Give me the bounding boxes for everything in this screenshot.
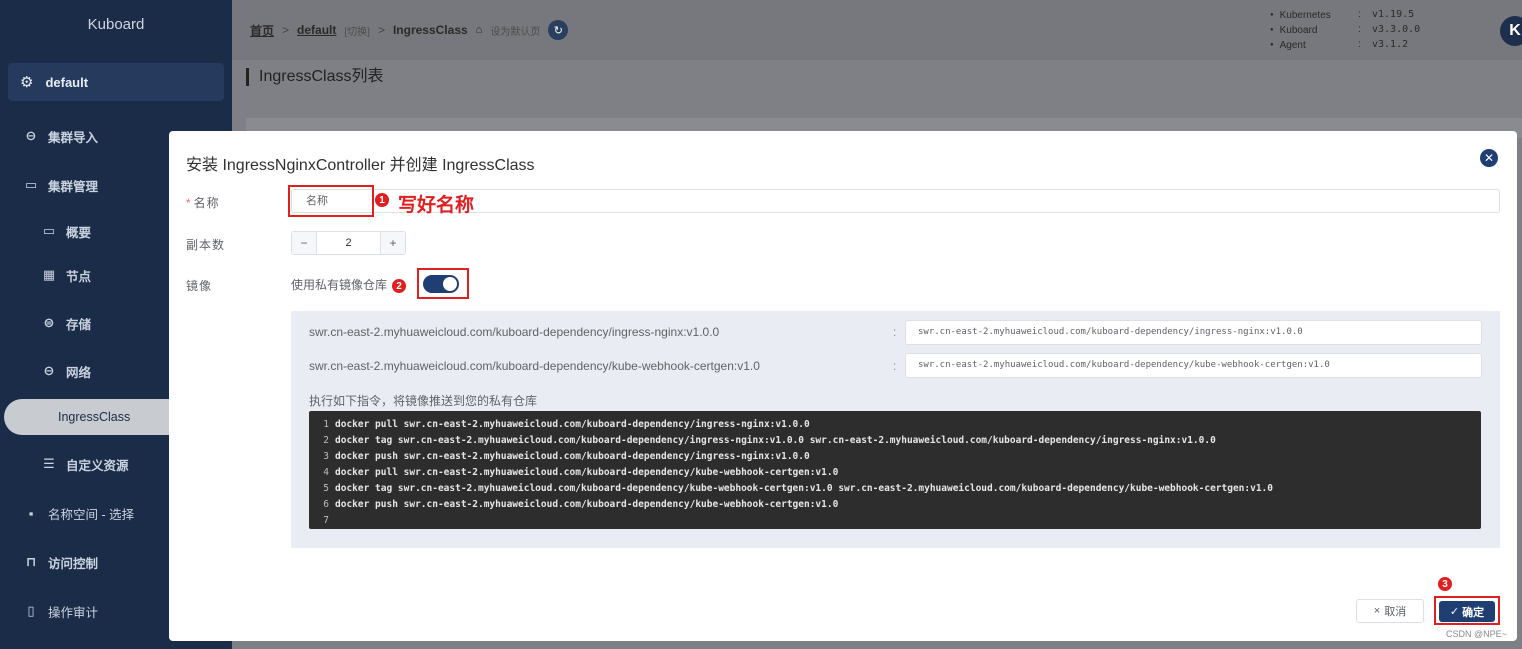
breadcrumb-current: IngressClass bbox=[392, 23, 468, 37]
replicas-value[interactable]: 2 bbox=[317, 232, 380, 254]
name-label: * 名称 bbox=[186, 196, 220, 210]
lock-icon: ⊓ bbox=[25, 554, 37, 569]
cluster-selector[interactable]: ⚙ default bbox=[8, 63, 224, 101]
annotation-badge-3: 3 bbox=[1437, 576, 1453, 592]
switch-link[interactable]: [切换] bbox=[344, 23, 370, 38]
close-icon: × bbox=[1373, 605, 1381, 617]
command-code-block[interactable]: 1 docker pull swr.cn-east-2.myhuaweicloud… bbox=[309, 411, 1481, 529]
target-image-input-1[interactable]: swr.cn-east-2.myhuaweicloud.com/kuboard-… bbox=[905, 320, 1482, 345]
refresh-icon[interactable]: ↻ bbox=[548, 20, 569, 40]
monitor-icon: ▭ bbox=[42, 223, 56, 238]
code-line: 6 docker push swr.cn-east-2.myhuaweicloud… bbox=[323, 499, 839, 510]
install-ingress-dialog: 安装 IngressNginxController 并创建 IngressCla… bbox=[169, 131, 1517, 641]
code-line: 7 bbox=[323, 515, 329, 526]
set-default-link[interactable]: 设为默认页 bbox=[490, 23, 540, 38]
replicas-stepper[interactable]: − 2 + bbox=[291, 231, 406, 255]
doc-icon: ▯ bbox=[27, 603, 35, 618]
link-icon: ⊖ bbox=[43, 363, 55, 378]
source-image-1: swr.cn-east-2.myhuaweicloud.com/kuboard-… bbox=[309, 325, 720, 339]
code-line: 4 docker pull swr.cn-east-2.myhuaweicloud… bbox=[323, 467, 839, 478]
annotation-badge-2: 2 bbox=[391, 278, 407, 294]
version-info: Kubernetes:v1.19.5 Kuboard:v3.3.0.0 Agen… bbox=[1270, 8, 1421, 53]
private-repo-toggle[interactable] bbox=[423, 275, 459, 293]
image-mapping-panel: swr.cn-east-2.myhuaweicloud.com/kuboard-… bbox=[291, 311, 1500, 548]
breadcrumb-home[interactable]: 首页 bbox=[250, 22, 274, 39]
toggle-knob bbox=[443, 277, 457, 291]
replicas-label: 副本数 bbox=[186, 238, 226, 252]
confirm-button[interactable]: ✓ 确定 bbox=[1439, 601, 1495, 622]
code-line: 1 docker pull swr.cn-east-2.myhuaweicloud… bbox=[323, 419, 810, 430]
code-line: 2 docker tag swr.cn-east-2.myhuaweicloud.… bbox=[323, 435, 1216, 446]
header: 首页 > default [切换] > IngressClass ⌂ 设为默认页… bbox=[232, 0, 1522, 60]
page-title: IngressClass列表 bbox=[246, 68, 383, 86]
image-label: 镜像 bbox=[186, 279, 213, 293]
annotation-badge-1: 1 bbox=[374, 192, 390, 208]
private-repo-label: 使用私有镜像仓库 bbox=[291, 278, 388, 292]
link-icon: ⊖ bbox=[25, 128, 37, 143]
sliders-icon: ☰ bbox=[43, 456, 55, 471]
check-icon: ✓ bbox=[1449, 606, 1460, 618]
brand-title: Kuboard bbox=[87, 16, 145, 33]
annotation-text-1: 写好名称 bbox=[398, 194, 475, 216]
cancel-button[interactable]: × 取消 bbox=[1356, 599, 1424, 623]
watermark: CSDN @NPE~ bbox=[1446, 629, 1507, 639]
source-image-2: swr.cn-east-2.myhuaweicloud.com/kuboard-… bbox=[309, 359, 760, 373]
breadcrumb: 首页 > default [切换] > IngressClass ⌂ 设为默认页… bbox=[250, 20, 569, 40]
code-line: 3 docker push swr.cn-east-2.myhuaweicloud… bbox=[323, 451, 810, 462]
gear-icon: ⚙ bbox=[20, 74, 34, 91]
decrement-button[interactable]: − bbox=[292, 232, 317, 254]
cluster-name: default bbox=[45, 74, 89, 90]
chevron-right-icon: > bbox=[282, 23, 290, 37]
annotation-box-name bbox=[288, 185, 374, 217]
code-line: 5 docker tag swr.cn-east-2.myhuaweicloud.… bbox=[323, 483, 1273, 494]
breadcrumb-cluster[interactable]: default bbox=[297, 23, 336, 37]
close-icon[interactable]: ✕ bbox=[1480, 149, 1498, 167]
dialog-title: 安装 IngressNginxController 并创建 IngressCla… bbox=[186, 157, 535, 174]
increment-button[interactable]: + bbox=[380, 232, 405, 254]
folder-icon: ▭ bbox=[24, 177, 38, 192]
database-icon: ⊜ bbox=[43, 315, 55, 330]
home-icon: ⌂ bbox=[475, 24, 483, 36]
target-image-input-2[interactable]: swr.cn-east-2.myhuaweicloud.com/kuboard-… bbox=[905, 353, 1482, 378]
push-instruction: 执行如下指令，将镜像推送到您的私有仓库 bbox=[309, 394, 538, 408]
grid-icon: ▦ bbox=[42, 267, 56, 282]
apps-icon: ▪ bbox=[28, 505, 34, 521]
kuboard-logo: K bbox=[1500, 16, 1522, 46]
chevron-right-icon: > bbox=[377, 23, 385, 37]
